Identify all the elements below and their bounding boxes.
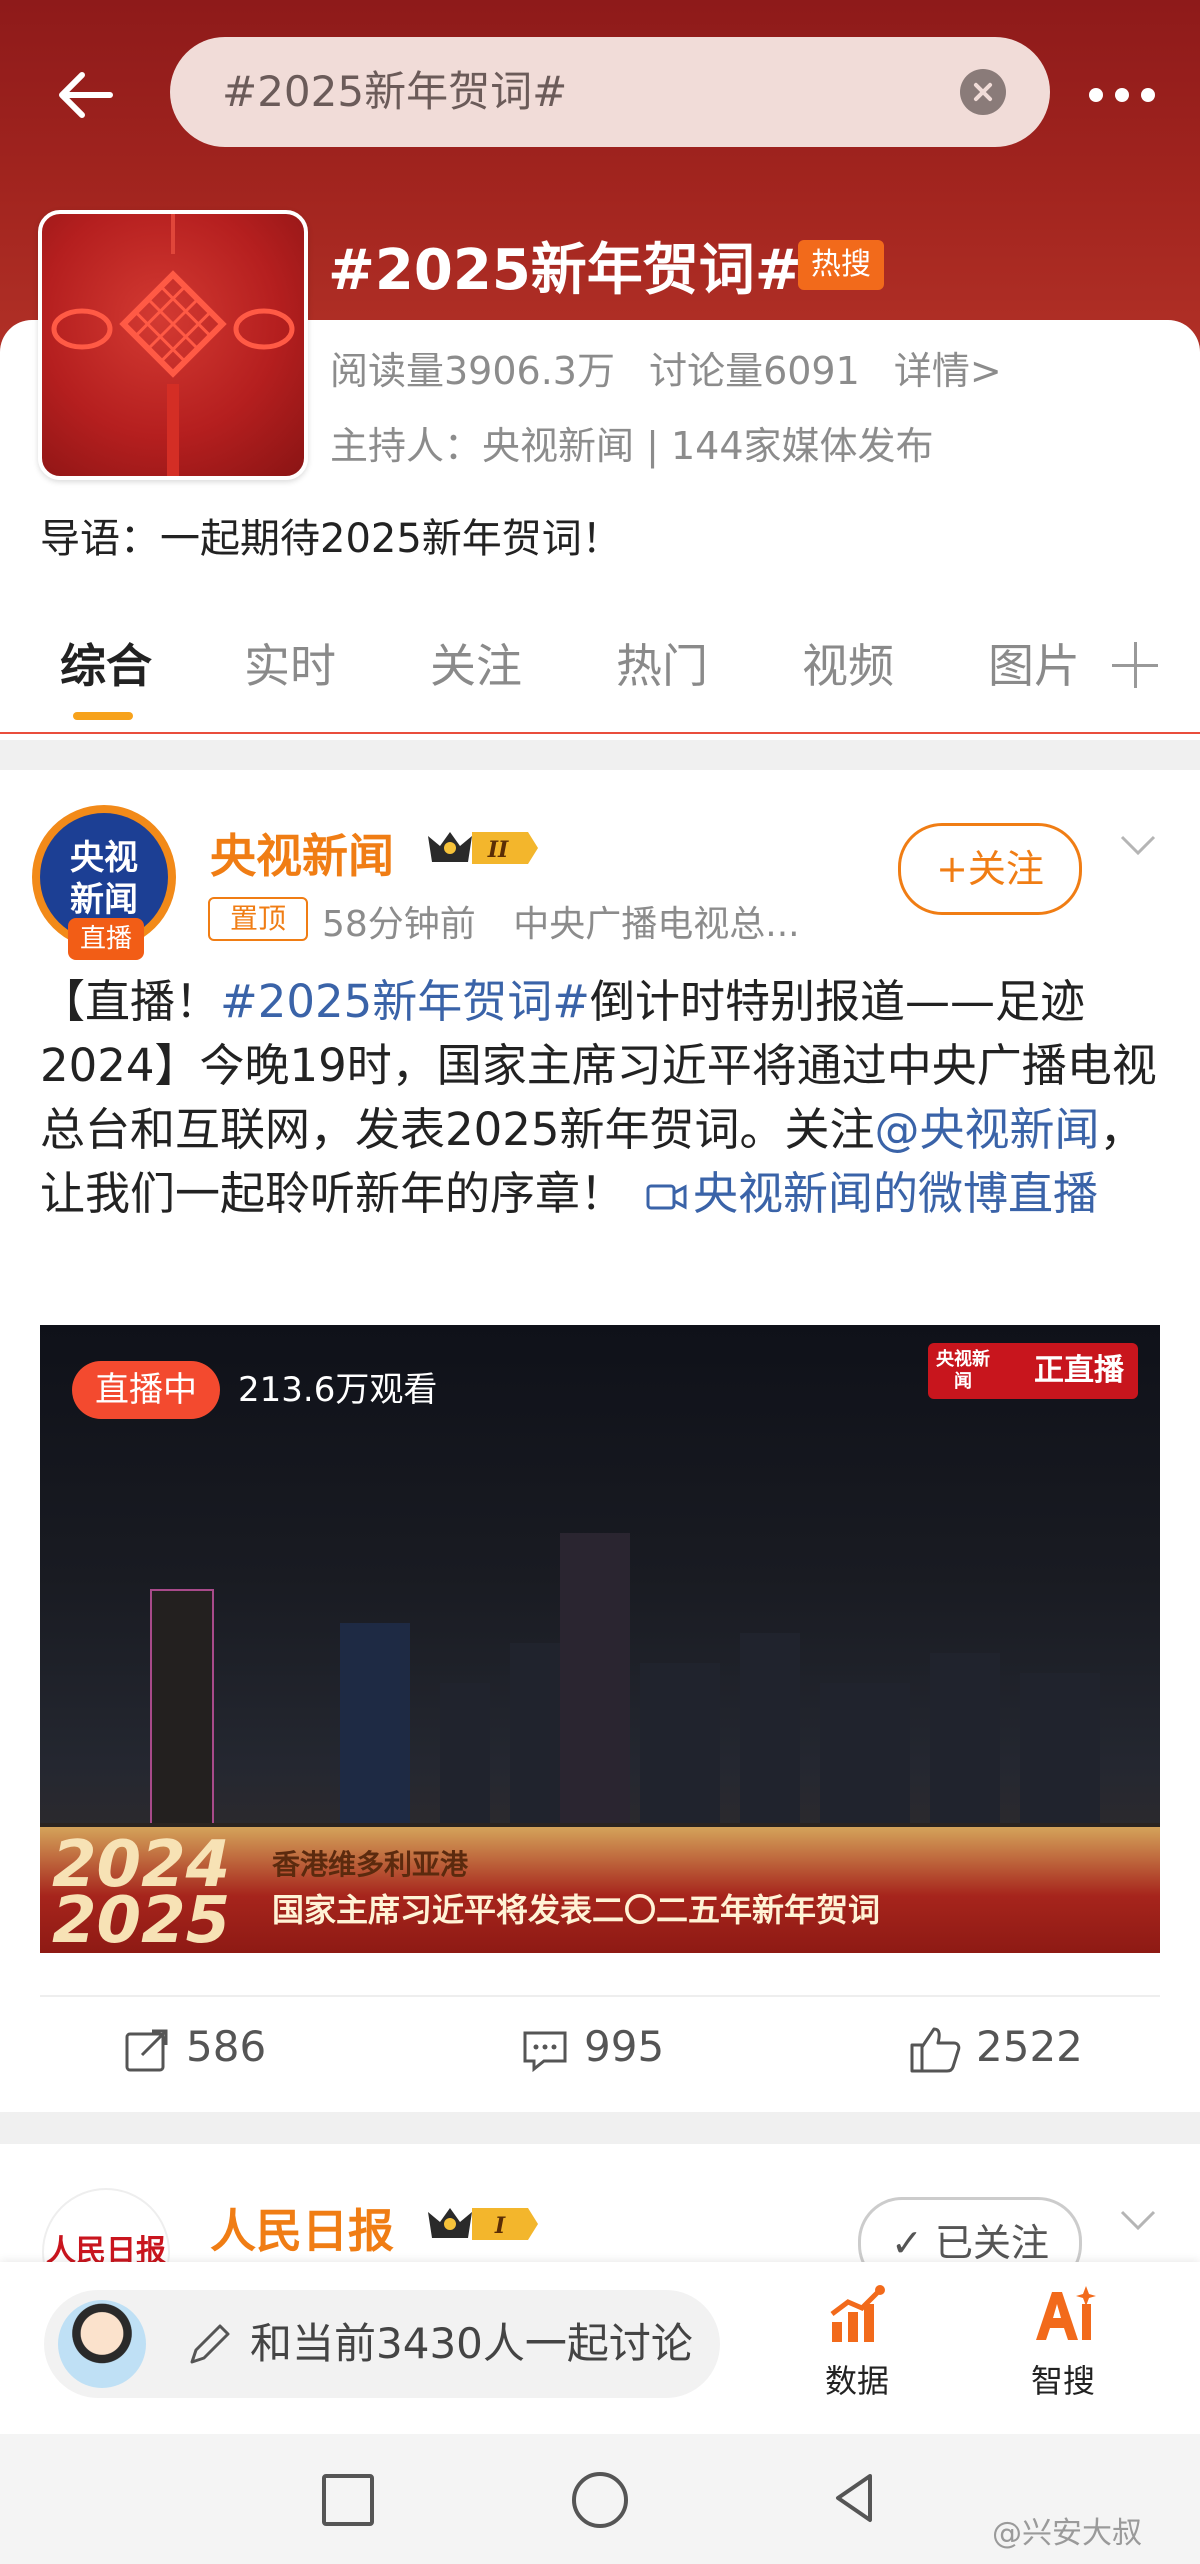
details-link[interactable]: 详情>: [894, 349, 1002, 393]
more-options-icon[interactable]: [1085, 80, 1165, 110]
live-link[interactable]: 央视新闻的微博直播: [625, 1167, 1098, 1220]
discuss-placeholder: 和当前3430人一起讨论: [250, 2319, 693, 2368]
followed-label: 已关注: [934, 2221, 1049, 2265]
topic-stats: 阅读量3906.3万 讨论量6091 详情>: [330, 340, 1024, 395]
username[interactable]: 央视新闻: [210, 820, 394, 886]
caption-location: 香港维多利亚港: [272, 1848, 469, 1881]
comment-icon: [523, 2031, 567, 2072]
vip-crown-icon: II: [428, 832, 538, 864]
tab-realtime[interactable]: 实时: [244, 630, 336, 696]
vip-level: I: [494, 2213, 506, 2239]
follow-button[interactable]: +关注: [898, 823, 1082, 915]
post-text: 【直播！#2025新年贺词#倒计时特别报道——足迹2024】今晚19时，国家主席…: [40, 970, 1170, 1226]
logo-text: 正直播: [1034, 1353, 1124, 1388]
search-input[interactable]: #2025新年贺词#: [222, 37, 567, 147]
topic-title: #2025新年贺词#: [328, 238, 802, 303]
pinned-badge: 置顶: [208, 897, 308, 941]
year-bottom: 2025: [52, 1884, 231, 1953]
tab-bar: 综合 实时 关注 热门 视频 图片: [0, 630, 1200, 730]
action-divider: [40, 1995, 1160, 1997]
chevron-down-icon[interactable]: [1118, 2200, 1158, 2240]
watermark: @兴安大叔: [992, 2516, 1142, 2551]
read-count: 阅读量3906.3万: [330, 349, 615, 393]
logo-small-text: 央视新闻: [936, 1349, 990, 1392]
tab-video[interactable]: 视频: [802, 630, 894, 696]
comment-button[interactable]: 995: [520, 2022, 664, 2075]
hashtag-link[interactable]: #2025新年贺词#: [220, 975, 590, 1028]
tab-images[interactable]: 图片: [988, 630, 1080, 696]
tab-divider: [0, 732, 1200, 734]
cctv-live-logo: 央视新闻 正直播: [928, 1343, 1138, 1399]
recent-apps-icon[interactable]: [322, 2474, 374, 2526]
live-video[interactable]: 直播中 213.6万观看 央视新闻 正直播 2024 2025 香港维多利亚港 …: [40, 1325, 1160, 1953]
like-button[interactable]: 2522: [908, 2022, 1083, 2075]
repost-button[interactable]: 586: [122, 2022, 266, 2075]
live-link-label: 央视新闻的微博直播: [693, 1167, 1099, 1220]
ai-icon: [1036, 2286, 1096, 2340]
tab-following[interactable]: 关注: [430, 630, 522, 696]
mention-link[interactable]: @央视新闻: [875, 1103, 1100, 1156]
comment-count: 995: [584, 2022, 665, 2071]
home-icon[interactable]: [572, 2472, 628, 2528]
viewer-count: 213.6万观看: [238, 1370, 438, 1410]
topic-intro: 导语：一起期待2025新年贺词！: [40, 516, 622, 562]
section-separator: [0, 740, 1200, 770]
vip-level: II: [487, 837, 509, 863]
vip-crown-icon: I: [428, 2208, 538, 2240]
year-overlay: 2024 2025: [52, 1833, 231, 1953]
section-separator: [0, 2112, 1200, 2144]
chinese-knot-icon: [51, 214, 295, 476]
tab-hot[interactable]: 热门: [616, 630, 708, 696]
user-avatar: [58, 2300, 146, 2388]
back-triangle-icon[interactable]: [826, 2468, 886, 2528]
ai-label: 智搜: [1030, 2362, 1095, 2400]
topic-host: 主持人：央视新闻 | 144家媒体发布: [330, 424, 934, 468]
discuss-input[interactable]: 和当前3430人一起讨论: [44, 2290, 720, 2398]
repost-count: 586: [186, 2022, 267, 2071]
video-camera-icon: [646, 1184, 687, 1210]
back-arrow-icon[interactable]: [48, 55, 128, 135]
discussion-count: 讨论量6091: [649, 349, 860, 393]
tab-comprehensive[interactable]: 综合: [60, 630, 152, 696]
clear-icon[interactable]: [960, 69, 1006, 115]
data-button[interactable]: 数据: [802, 2282, 912, 2402]
post-meta: 58分钟前 中央广播电视总...: [322, 895, 826, 947]
post-time: 58分钟前: [322, 904, 476, 945]
live-badge: 直播: [68, 918, 144, 960]
active-tab-indicator: [73, 712, 133, 720]
avatar-text: 央视新闻: [70, 838, 138, 920]
post-source: 中央广播电视总...: [513, 904, 800, 945]
username[interactable]: 人民日报: [210, 2195, 394, 2261]
chevron-down-icon[interactable]: [1118, 825, 1158, 865]
add-tab-icon[interactable]: [1112, 640, 1162, 690]
search-bar[interactable]: #2025新年贺词#: [170, 37, 1050, 147]
topic-image: [38, 210, 308, 480]
bottom-action-bar: 和当前3430人一起讨论 数据 智搜: [0, 2262, 1200, 2434]
repost-icon: [125, 2029, 168, 2071]
post-text-part: 【直播！: [40, 975, 221, 1028]
chart-icon: [830, 2285, 885, 2342]
ai-search-button[interactable]: 智搜: [1008, 2282, 1118, 2402]
caption-headline: 国家主席习近平将发表二〇二五年新年贺词: [272, 1891, 881, 1929]
hot-search-badge: 热搜: [798, 240, 884, 290]
pencil-icon: [190, 2324, 230, 2364]
data-label: 数据: [824, 2362, 889, 2400]
live-label: 直播中: [72, 1361, 220, 1419]
thumbs-up-icon: [910, 2027, 961, 2072]
like-count: 2522: [976, 2022, 1083, 2071]
